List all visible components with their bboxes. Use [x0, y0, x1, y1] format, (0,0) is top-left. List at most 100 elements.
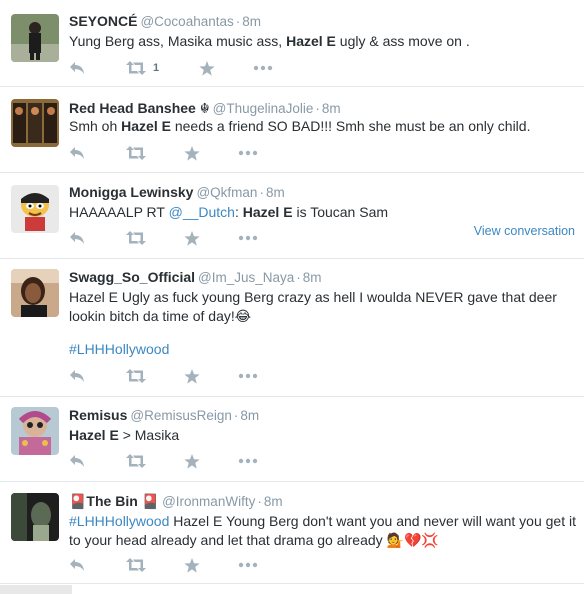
author-name[interactable]: Red Head Banshee ☬: [69, 100, 210, 116]
hashtag[interactable]: #LHHHollywood: [69, 341, 169, 357]
favorite-button[interactable]: [184, 368, 200, 384]
retweet-button[interactable]: [125, 368, 147, 384]
reply-button[interactable]: [69, 230, 86, 246]
tweet-link[interactable]: @__Dutch: [169, 204, 235, 220]
more-button[interactable]: [238, 453, 258, 469]
retweet-button[interactable]: [125, 145, 147, 161]
highlighted-term: Hazel E: [69, 427, 119, 443]
tweet-timestamp[interactable]: 8m: [240, 408, 259, 423]
tweet-timestamp[interactable]: 8m: [266, 185, 285, 200]
more-icon: [238, 458, 258, 464]
more-icon: [238, 235, 258, 241]
more-icon: [238, 373, 258, 379]
more-icon: [238, 150, 258, 156]
text-segment: is Toucan Sam: [292, 204, 389, 220]
author-name[interactable]: SEYONCÉ: [69, 13, 137, 29]
reply-icon: [69, 146, 86, 160]
view-conversation-link[interactable]: View conversation: [474, 224, 575, 238]
favorite-button[interactable]: [199, 60, 215, 76]
reply-icon: [69, 369, 86, 383]
tweet[interactable]: 🎴The Bin 🎴 @IronmanWifty · 8m #LHHHollywood…: [0, 482, 584, 584]
author-username[interactable]: @Qkfman: [196, 185, 257, 200]
text-segment: > Masika: [118, 427, 180, 443]
tweet-text: Hazel E Ugly as fuck young Berg crazy as…: [69, 288, 564, 325]
tweet-actions: [69, 453, 309, 469]
favorite-button[interactable]: [184, 145, 200, 161]
author-username[interactable]: @Cocoahantas: [140, 14, 233, 29]
tweet-timestamp[interactable]: 8m: [303, 270, 322, 285]
avatar[interactable]: [11, 14, 59, 62]
tweet-actions: [69, 368, 309, 384]
star-icon: [184, 453, 200, 469]
reply-button[interactable]: [69, 145, 86, 161]
more-icon: [238, 562, 258, 568]
tweet[interactable]: Red Head Banshee ☬ @ThugelinaJolie · 8m Smh…: [0, 87, 584, 173]
more-button[interactable]: [238, 368, 258, 384]
author-username[interactable]: @Im_Jus_Naya: [198, 270, 294, 285]
author-name[interactable]: Monigga Lewinsky: [69, 184, 193, 200]
author-name[interactable]: Swagg_So_Official: [69, 269, 195, 285]
reply-button[interactable]: [69, 60, 86, 76]
separator-dot: ·: [257, 494, 262, 509]
tweet-timestamp[interactable]: 8m: [264, 494, 283, 509]
tweet-timestamp[interactable]: 8m: [242, 14, 261, 29]
retweet-icon: [125, 231, 147, 245]
reply-button[interactable]: [69, 453, 86, 469]
retweet-icon: [125, 146, 147, 160]
favorite-button[interactable]: [184, 230, 200, 246]
more-button[interactable]: [238, 557, 258, 573]
star-icon: [184, 145, 200, 161]
separator-dot: ·: [259, 185, 264, 200]
tweet-actions: [69, 557, 309, 573]
separator-dot: ·: [235, 14, 241, 29]
tweet-text: #LHHHollywood Hazel E Young Berg don't w…: [69, 512, 581, 549]
star-icon: [199, 60, 215, 76]
highlighted-term: Hazel E: [121, 118, 171, 134]
horizontal-scrollbar[interactable]: [0, 585, 72, 594]
author-username[interactable]: @IronmanWifty: [162, 494, 255, 509]
text-segment: Yung Berg ass, Masika music ass,: [69, 33, 287, 49]
tweet-link[interactable]: #LHHHollywood: [69, 513, 169, 529]
more-button[interactable]: [253, 60, 273, 76]
retweet-button[interactable]: [125, 230, 147, 246]
retweet-icon: [125, 369, 147, 383]
reply-icon: [69, 558, 86, 572]
more-button[interactable]: [238, 145, 258, 161]
favorite-button[interactable]: [184, 453, 200, 469]
avatar[interactable]: [11, 269, 59, 317]
tweet-actions: 1: [69, 60, 309, 76]
author-name[interactable]: Remisus: [69, 407, 127, 423]
retweet-button[interactable]: [125, 557, 147, 573]
retweet-button[interactable]: 1: [125, 60, 159, 76]
more-icon: [253, 65, 273, 71]
tweet-timestamp[interactable]: 8m: [322, 101, 341, 116]
avatar[interactable]: [11, 493, 59, 541]
star-icon: [184, 230, 200, 246]
retweet-button[interactable]: [125, 453, 147, 469]
reply-button[interactable]: [69, 368, 86, 384]
retweet-count: 1: [153, 62, 160, 74]
reply-button[interactable]: [69, 557, 86, 573]
tweet-text: HAAAAALP RT @__Dutch: Hazel E is Toucan …: [69, 203, 579, 222]
tweet-text: Hazel E > Masika: [69, 426, 579, 445]
tweet[interactable]: Monigga Lewinsky @Qkfman · 8m HAAAAALP RT @…: [0, 173, 584, 259]
hashtag-link[interactable]: #LHHHollywood: [69, 340, 579, 359]
tweet-text: Yung Berg ass, Masika music ass, Hazel E…: [69, 32, 579, 51]
text-segment: needs a friend SO BAD!!! Smh she must be…: [170, 118, 531, 134]
avatar[interactable]: [11, 99, 59, 147]
text-segment: ugly & ass move on .: [335, 33, 470, 49]
avatar[interactable]: [11, 407, 59, 455]
text-segment: Smh oh: [69, 118, 122, 134]
tweet[interactable]: Swagg_So_Official @Im_Jus_Naya · 8m Hazel E…: [0, 259, 584, 397]
tweet[interactable]: Remisus @RemisusReign · 8m Hazel E > Masika: [0, 397, 584, 482]
author-username[interactable]: @RemisusReign: [130, 408, 232, 423]
tweet-actions: [69, 145, 309, 161]
separator-dot: ·: [233, 408, 239, 423]
favorite-button[interactable]: [184, 557, 200, 573]
avatar[interactable]: [11, 185, 59, 233]
author-name[interactable]: 🎴The Bin 🎴: [69, 493, 159, 509]
tweet[interactable]: SEYONCÉ @Cocoahantas · 8m Yung Berg ass, Ma…: [0, 0, 584, 87]
more-button[interactable]: [238, 230, 258, 246]
highlighted-term: Hazel E: [286, 33, 336, 49]
author-username[interactable]: @ThugelinaJolie: [213, 101, 314, 116]
